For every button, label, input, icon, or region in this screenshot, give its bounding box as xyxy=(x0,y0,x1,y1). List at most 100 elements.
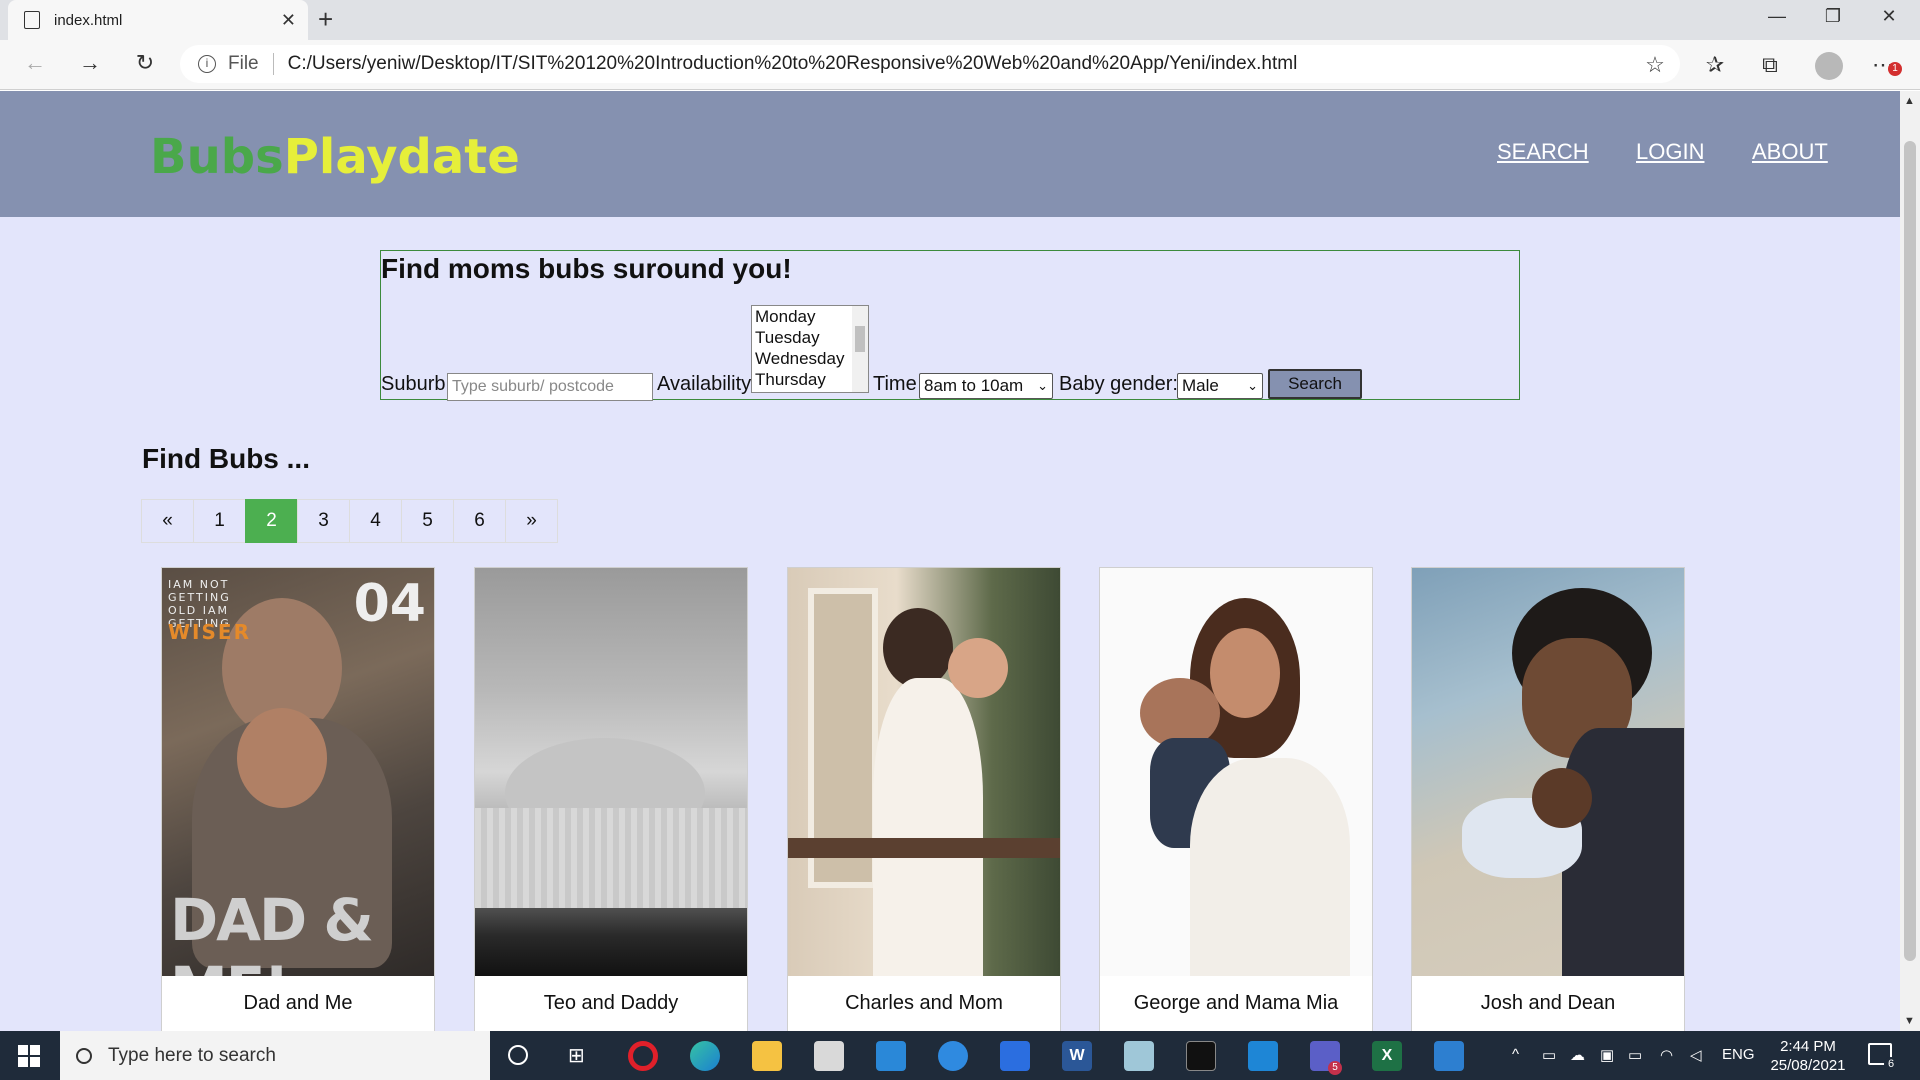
card-caption: George and Mama Mia xyxy=(1133,992,1339,1014)
card-photo xyxy=(1412,568,1684,976)
page-next[interactable]: » xyxy=(505,499,558,543)
taskbar-search-input[interactable]: Type here to search xyxy=(60,1031,490,1080)
card-photo xyxy=(788,568,1060,976)
mail-icon[interactable] xyxy=(876,1041,906,1071)
address-bar[interactable]: i File C:/Users/yeniw/Desktop/IT/SIT%201… xyxy=(180,45,1680,83)
photos-icon[interactable] xyxy=(1434,1041,1464,1071)
taskbar-search-placeholder: Type here to search xyxy=(108,1044,276,1066)
vscode-icon[interactable] xyxy=(1248,1041,1278,1071)
refresh-icon[interactable]: ↻ xyxy=(130,50,160,76)
excel-icon[interactable]: X xyxy=(1372,1041,1402,1071)
search-form: Find moms bubs suround you! Suburb Type … xyxy=(380,250,1520,401)
onedrive-icon[interactable]: ☁ xyxy=(1570,1046,1585,1064)
opera-icon[interactable] xyxy=(628,1041,658,1071)
url-text[interactable]: C:/Users/yeniw/Desktop/IT/SIT%20120%20In… xyxy=(288,53,1298,75)
site-logo[interactable]: BubsPlaydate xyxy=(150,129,520,185)
profile-card[interactable]: IAM NOT GETTING OLD IAM GETTING WISER 04… xyxy=(161,567,435,1031)
card-caption: Teo and Daddy xyxy=(543,992,679,1014)
gender-select[interactable]: Male ⌄ xyxy=(1177,373,1263,399)
nav-about-link[interactable]: ABOUT xyxy=(1752,139,1828,165)
back-icon[interactable]: ← xyxy=(20,50,50,76)
chevron-down-icon: ⌄ xyxy=(1037,378,1048,393)
page-5[interactable]: 5 xyxy=(401,499,454,543)
page-icon xyxy=(24,11,40,29)
scroll-up-icon[interactable]: ▲ xyxy=(1904,95,1915,107)
volume-icon[interactable]: ◁ xyxy=(1690,1046,1702,1064)
day-option[interactable]: Monday xyxy=(752,306,868,327)
scrollbar-thumb[interactable] xyxy=(1904,141,1916,961)
restore-icon[interactable]: ❐ xyxy=(1818,6,1848,27)
page-4[interactable]: 4 xyxy=(349,499,402,543)
system-clock[interactable]: 2:44 PM 25/08/2021 xyxy=(1768,1037,1848,1075)
page-prev[interactable]: « xyxy=(141,499,194,543)
profile-card[interactable]: Teo and Daddy xyxy=(474,567,748,1031)
suburb-label: Suburb xyxy=(381,373,446,395)
clock-date: 25/08/2021 xyxy=(1770,1057,1846,1074)
scroll-down-icon[interactable]: ▼ xyxy=(1904,1015,1915,1027)
availability-label: Availability xyxy=(657,373,752,395)
close-window-icon[interactable]: ✕ xyxy=(1874,6,1904,27)
info-icon[interactable]: i xyxy=(198,55,216,73)
time-select[interactable]: 8am to 10am ⌄ xyxy=(919,373,1053,399)
new-tab-button[interactable]: + xyxy=(318,4,333,35)
file-explorer-icon[interactable] xyxy=(752,1041,782,1071)
search-button[interactable]: Search xyxy=(1268,369,1362,399)
edge-icon[interactable] xyxy=(690,1041,720,1071)
safari-icon[interactable] xyxy=(938,1041,968,1071)
logo-bubs: Bubs xyxy=(150,129,284,185)
availability-listbox[interactable]: Monday Tuesday Wednesday Thursday xyxy=(751,305,869,393)
word-icon[interactable]: W xyxy=(1062,1041,1092,1071)
chevron-up-icon[interactable]: ^ xyxy=(1512,1046,1519,1063)
profile-card[interactable]: Josh and Dean xyxy=(1411,567,1685,1031)
search-heading: Find moms bubs suround you! xyxy=(381,253,792,284)
profile-avatar[interactable] xyxy=(1815,52,1843,80)
wifi-icon[interactable]: ◠ xyxy=(1660,1046,1673,1064)
card-photo xyxy=(475,568,747,976)
page-scrollbar[interactable]: ▲ ▼ xyxy=(1900,91,1920,1031)
favorites-icon[interactable]: ✰ xyxy=(1700,52,1730,78)
meet-icon[interactable]: ▭ xyxy=(1542,1046,1556,1064)
page-1[interactable]: 1 xyxy=(193,499,246,543)
chevron-down-icon: ⌄ xyxy=(1247,378,1258,393)
day-option[interactable]: Tuesday xyxy=(752,327,868,348)
listbox-scrollbar[interactable] xyxy=(852,306,868,392)
profile-card[interactable]: Charles and Mom xyxy=(787,567,1061,1031)
browser-tab[interactable]: index.html ✕ xyxy=(8,0,308,40)
page-6[interactable]: 6 xyxy=(453,499,506,543)
notification-count: 6 xyxy=(1884,1057,1898,1071)
minimize-icon[interactable]: — xyxy=(1762,6,1792,27)
terminal-icon[interactable] xyxy=(1186,1041,1216,1071)
battery-icon[interactable]: ▭ xyxy=(1628,1046,1642,1064)
card-caption: Josh and Dean xyxy=(1480,992,1616,1014)
security-icon[interactable]: ▣ xyxy=(1600,1046,1614,1064)
card-photo: IAM NOT GETTING OLD IAM GETTING WISER 04… xyxy=(162,568,434,976)
photo-text-accent: WISER xyxy=(168,620,251,644)
store-icon[interactable] xyxy=(814,1041,844,1071)
notes-icon[interactable] xyxy=(1124,1041,1154,1071)
cortana-icon[interactable] xyxy=(508,1045,528,1065)
nav-search-link[interactable]: SEARCH xyxy=(1497,139,1589,165)
page-3[interactable]: 3 xyxy=(297,499,350,543)
collections-icon[interactable]: ⧉ xyxy=(1755,52,1785,78)
profile-card[interactable]: George and Mama Mia xyxy=(1099,567,1373,1031)
taskbar: Type here to search ⊞ W 5 X ^ ▭ ☁ ▣ ▭ ◠ … xyxy=(0,1031,1920,1080)
address-toolbar: ← → ↻ i File C:/Users/yeniw/Desktop/IT/S… xyxy=(0,40,1920,90)
forward-icon[interactable]: → xyxy=(75,50,105,76)
day-option[interactable]: Wednesday xyxy=(752,348,868,369)
suburb-input[interactable]: Type suburb/ postcode xyxy=(447,373,653,401)
logo-playdate: Playdate xyxy=(283,129,520,185)
photo-number: 04 xyxy=(353,574,426,634)
task-view-icon[interactable]: ⊞ xyxy=(568,1043,585,1068)
listing-heading: Find Bubs ... xyxy=(142,443,310,474)
page-2[interactable]: 2 xyxy=(245,499,298,543)
nav-login-link[interactable]: LOGIN xyxy=(1636,139,1704,165)
windows-start-icon[interactable] xyxy=(18,1045,40,1067)
close-tab-icon[interactable]: ✕ xyxy=(281,10,296,31)
add-favorite-icon[interactable]: ☆ xyxy=(1640,52,1670,78)
notification-badge: 1 xyxy=(1888,62,1902,76)
calendar-icon[interactable] xyxy=(1000,1041,1030,1071)
gender-select-value: Male xyxy=(1182,376,1219,395)
language-indicator[interactable]: ENG xyxy=(1722,1046,1755,1063)
gender-label: Baby gender: xyxy=(1059,373,1178,395)
day-option[interactable]: Thursday xyxy=(752,369,868,390)
